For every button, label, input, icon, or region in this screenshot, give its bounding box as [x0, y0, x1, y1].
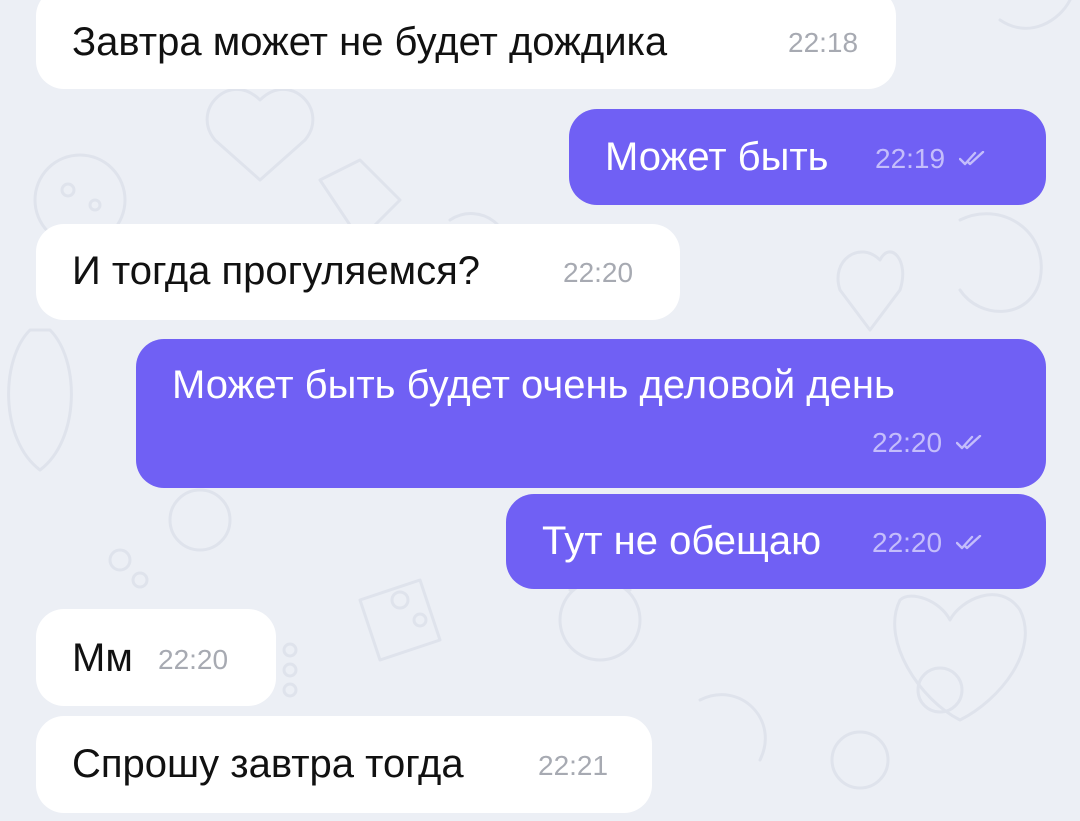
message-time: 22:21	[538, 751, 608, 781]
message-meta: 22:20	[872, 528, 982, 558]
message-timestamp: 22:20	[872, 427, 943, 458]
message-timestamp: 22:19	[875, 143, 946, 174]
message-text: Тут не обещаю	[542, 519, 822, 563]
incoming-message-bubble[interactable]: Спрошу завтра тогда 22:21	[36, 716, 652, 813]
message-meta: 22:20	[872, 428, 982, 458]
message-text: Завтра может не будет дождика	[72, 20, 668, 64]
message-timestamp: 22:20	[563, 257, 634, 288]
message-timestamp: 22:21	[538, 750, 609, 781]
message-time: 22:20	[563, 258, 633, 288]
message-time: 22:18	[788, 28, 858, 58]
message-timestamp: 22:20	[158, 644, 229, 675]
message-timestamp: 22:20	[872, 527, 943, 558]
message-text: Мм	[72, 636, 133, 680]
message-text: И тогда прогуляемся?	[72, 249, 480, 293]
incoming-message-bubble[interactable]: И тогда прогуляемся? 22:20	[36, 224, 680, 320]
message-time: 22:20	[158, 645, 228, 675]
outgoing-message-bubble[interactable]: Может быть будет очень деловой день 22:2…	[136, 339, 1046, 488]
incoming-message-bubble[interactable]: Мм 22:20	[36, 609, 276, 706]
read-double-check-icon	[956, 535, 982, 551]
message-timestamp: 22:18	[788, 27, 859, 58]
message-meta: 22:19	[875, 144, 985, 174]
read-double-check-icon	[956, 435, 982, 451]
message-text: Может быть	[605, 135, 829, 179]
outgoing-message-bubble[interactable]: Может быть 22:19	[569, 109, 1046, 205]
outgoing-message-bubble[interactable]: Тут не обещаю 22:20	[506, 494, 1046, 589]
message-text: Может быть будет очень деловой день	[172, 363, 895, 407]
incoming-message-bubble[interactable]: Завтра может не будет дождика 22:18	[36, 0, 896, 89]
message-text: Спрошу завтра тогда	[72, 742, 464, 786]
read-double-check-icon	[959, 151, 985, 167]
